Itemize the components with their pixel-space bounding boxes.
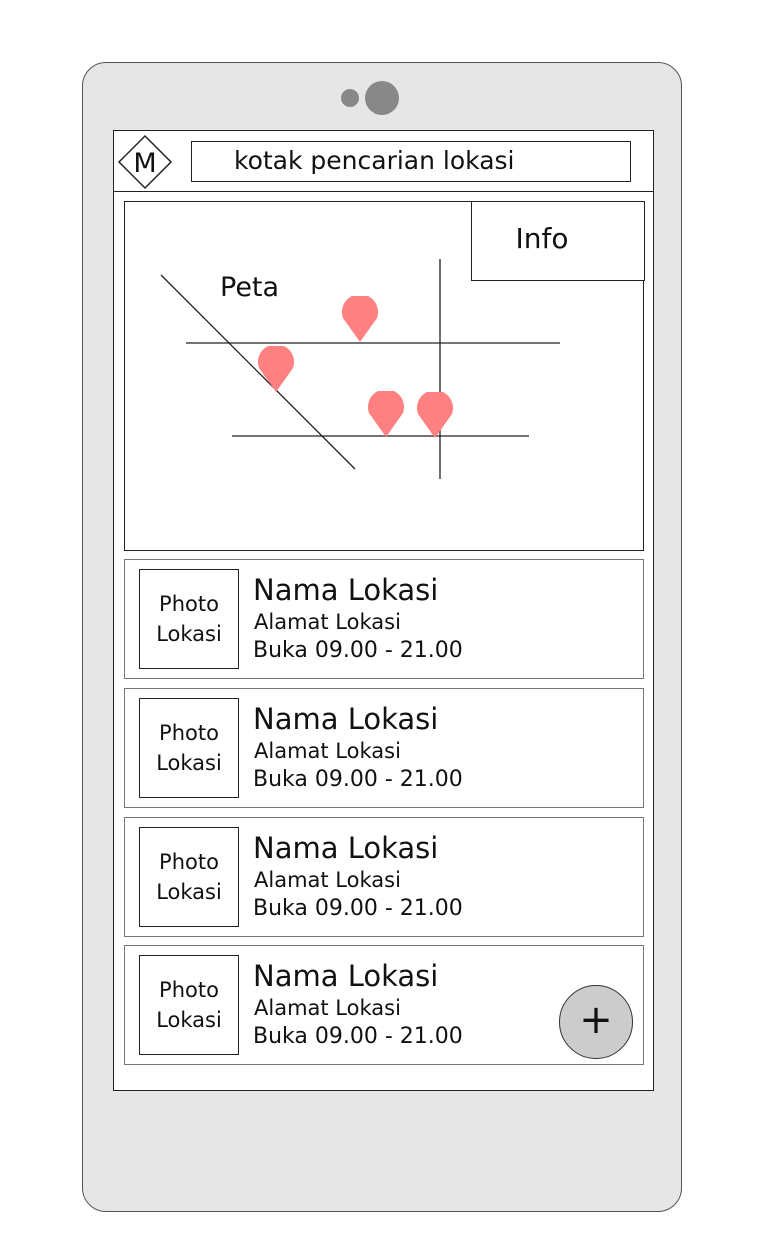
- location-pin-icon[interactable]: [416, 392, 454, 440]
- location-pin-icon[interactable]: [367, 391, 405, 439]
- location-name: Nama Lokasi: [253, 831, 439, 865]
- photo-label: Lokasi: [156, 622, 222, 646]
- location-name: Nama Lokasi: [253, 959, 439, 993]
- location-hours: Buka 09.00 - 21.00: [253, 638, 463, 663]
- location-photo: Photo Lokasi: [139, 698, 239, 798]
- photo-label: Photo: [159, 978, 219, 1002]
- app-logo[interactable]: M: [117, 134, 173, 190]
- photo-label: Photo: [159, 850, 219, 874]
- list-item[interactable]: Photo Lokasi Nama Lokasi Alamat Lokasi Bu…: [124, 688, 644, 808]
- location-pin-icon[interactable]: [341, 296, 379, 344]
- sensor-dot: [341, 89, 359, 107]
- photo-label: Lokasi: [156, 751, 222, 775]
- location-name: Nama Lokasi: [253, 573, 439, 607]
- location-photo: Photo Lokasi: [139, 827, 239, 927]
- list-item[interactable]: Photo Lokasi Nama Lokasi Alamat Lokasi Bu…: [124, 945, 644, 1065]
- search-input[interactable]: kotak pencarian lokasi: [191, 141, 631, 182]
- map-view[interactable]: Peta Info: [124, 200, 645, 551]
- photo-label: Lokasi: [156, 1008, 222, 1032]
- photo-label: Lokasi: [156, 880, 222, 904]
- list-item[interactable]: Photo Lokasi Nama Lokasi Alamat Lokasi Bu…: [124, 559, 644, 679]
- photo-label: Photo: [159, 592, 219, 616]
- plus-icon: +: [579, 997, 613, 1043]
- location-address: Alamat Lokasi: [254, 610, 401, 634]
- location-address: Alamat Lokasi: [254, 868, 401, 892]
- phone-frame: M kotak pencarian lokasi Peta Info Photo…: [82, 62, 682, 1212]
- location-address: Alamat Lokasi: [254, 996, 401, 1020]
- camera-dot: [365, 81, 399, 115]
- add-location-button[interactable]: +: [559, 985, 633, 1059]
- location-photo: Photo Lokasi: [139, 955, 239, 1055]
- app-screen: M kotak pencarian lokasi Peta Info Photo…: [113, 130, 654, 1091]
- location-hours: Buka 09.00 - 21.00: [253, 1024, 463, 1049]
- location-address: Alamat Lokasi: [254, 739, 401, 763]
- top-bar: M kotak pencarian lokasi: [114, 131, 653, 192]
- logo-letter: M: [133, 148, 156, 179]
- info-panel[interactable]: Info: [470, 200, 645, 281]
- location-photo: Photo Lokasi: [139, 569, 239, 669]
- photo-label: Photo: [159, 721, 219, 745]
- list-item[interactable]: Photo Lokasi Nama Lokasi Alamat Lokasi Bu…: [124, 817, 644, 937]
- map-label: Peta: [220, 272, 280, 303]
- location-name: Nama Lokasi: [253, 702, 439, 736]
- location-hours: Buka 09.00 - 21.00: [253, 767, 463, 792]
- location-pin-icon[interactable]: [257, 346, 295, 394]
- location-hours: Buka 09.00 - 21.00: [253, 896, 463, 921]
